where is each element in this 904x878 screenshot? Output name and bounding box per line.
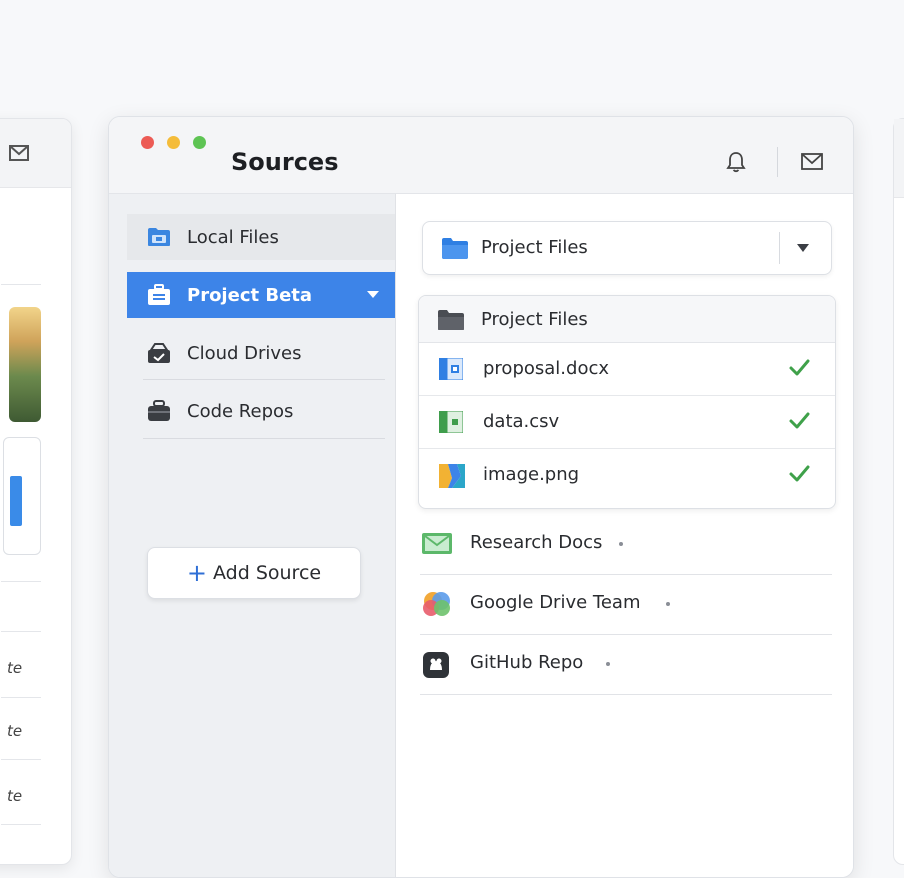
chevron-down-icon[interactable] xyxy=(797,244,809,252)
source-label: GitHub Repo xyxy=(470,652,584,673)
add-source-label: Add Source xyxy=(213,562,322,584)
divider xyxy=(1,284,41,285)
divider xyxy=(143,379,385,380)
file-row[interactable]: data.csv xyxy=(419,396,835,449)
mail-icon[interactable] xyxy=(801,153,823,174)
truncated-text: te xyxy=(7,787,23,805)
bag-icon xyxy=(147,399,171,423)
file-name: proposal.docx xyxy=(483,358,609,379)
background-window-header xyxy=(0,119,71,188)
divider xyxy=(143,438,385,439)
dropdown-divider xyxy=(779,232,780,264)
status-dot xyxy=(666,602,670,606)
thumbnail-image xyxy=(9,307,41,422)
source-item-research-docs[interactable]: Research Docs xyxy=(420,514,832,575)
file-name: data.csv xyxy=(483,411,560,432)
file-list-panel: Project Files proposal.docx data.csv ima… xyxy=(418,295,836,509)
content-pane: Project Files Project Files proposal.doc… xyxy=(396,194,853,877)
image-file-icon xyxy=(439,464,465,492)
toolbar-divider xyxy=(777,147,778,177)
folder-icon xyxy=(441,236,469,264)
research-folder-icon xyxy=(422,531,452,559)
divider xyxy=(1,581,41,582)
sidebar-item-label: Code Repos xyxy=(187,400,294,422)
sidebar-item-label: Cloud Drives xyxy=(187,342,302,364)
check-icon xyxy=(787,461,811,489)
background-window-right xyxy=(893,118,904,865)
file-row[interactable]: proposal.docx xyxy=(419,343,835,396)
divider xyxy=(1,824,41,825)
mail-icon xyxy=(9,145,29,165)
source-select[interactable]: Project Files xyxy=(422,221,832,275)
background-window-left: te te te xyxy=(0,118,72,865)
source-select-value: Project Files xyxy=(481,237,588,258)
file-name: image.png xyxy=(483,464,580,485)
minimize-window-button[interactable] xyxy=(167,136,180,149)
sources-window: Sources Local Files Project Beta Cloud D… xyxy=(108,116,854,878)
status-dot xyxy=(606,662,610,666)
google-drive-icon xyxy=(422,591,452,621)
add-source-button[interactable]: + Add Source xyxy=(147,547,361,599)
folder-icon xyxy=(147,225,171,249)
truncated-text: te xyxy=(7,659,23,677)
background-window-header xyxy=(894,119,904,198)
title-bar: Sources xyxy=(109,117,853,194)
bell-icon[interactable] xyxy=(726,151,746,177)
check-icon xyxy=(787,408,811,436)
divider xyxy=(1,759,41,760)
sidebar-item-label: Project Beta xyxy=(187,284,313,306)
sidebar-item-cloud-drives[interactable]: Cloud Drives xyxy=(127,330,395,376)
divider xyxy=(1,697,41,698)
sidebar-item-code-repos[interactable]: Code Repos xyxy=(127,388,395,434)
sidebar-item-local-files[interactable]: Local Files xyxy=(127,214,395,260)
sidebar-item-label: Local Files xyxy=(187,226,279,248)
source-label: Google Drive Team xyxy=(470,592,641,613)
cloud-bag-icon xyxy=(147,341,171,365)
chevron-down-icon[interactable] xyxy=(367,291,379,298)
file-list-title: Project Files xyxy=(481,309,588,330)
csv-file-icon xyxy=(439,410,464,437)
file-list-header: Project Files xyxy=(419,296,835,343)
truncated-text: te xyxy=(7,722,23,740)
source-item-google-drive-team[interactable]: Google Drive Team xyxy=(420,574,832,635)
file-row[interactable]: image.png xyxy=(419,449,835,501)
folder-icon xyxy=(437,309,465,335)
briefcase-icon xyxy=(147,283,171,307)
source-item-github-repo[interactable]: GitHub Repo xyxy=(420,634,832,695)
source-label: Research Docs xyxy=(470,532,603,553)
zoom-window-button[interactable] xyxy=(193,136,206,149)
github-icon xyxy=(422,651,450,683)
preview-card xyxy=(3,437,41,555)
divider xyxy=(1,631,41,632)
sidebar: Local Files Project Beta Cloud Drives Co… xyxy=(109,194,396,877)
window-title: Sources xyxy=(231,148,339,176)
sidebar-item-project-beta[interactable]: Project Beta xyxy=(127,272,395,318)
docx-file-icon xyxy=(439,357,464,384)
close-window-button[interactable] xyxy=(141,136,154,149)
status-dot xyxy=(619,542,623,546)
check-icon xyxy=(787,355,811,383)
plus-icon: + xyxy=(186,559,207,587)
